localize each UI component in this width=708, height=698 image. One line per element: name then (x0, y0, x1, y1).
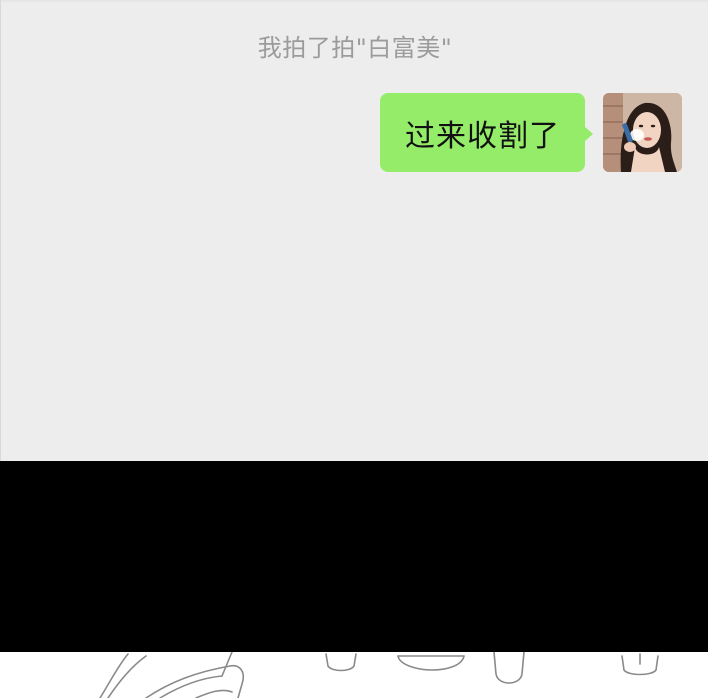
pat-system-message: 我拍了拍"白富美" (257, 34, 453, 62)
sent-message-bubble[interactable]: 过来收割了 (380, 93, 593, 172)
top-edge (1, 0, 708, 2)
message-row: 过来收割了 (380, 93, 682, 172)
user-avatar[interactable] (603, 93, 682, 172)
woman-portrait-avatar-icon (603, 93, 682, 172)
black-band (0, 461, 708, 652)
pencil-sketch-illustration-icon (99, 652, 659, 698)
chat-area: 我拍了拍"白富美" 过来收割了 (0, 0, 708, 461)
sketch-illustration (0, 652, 708, 698)
